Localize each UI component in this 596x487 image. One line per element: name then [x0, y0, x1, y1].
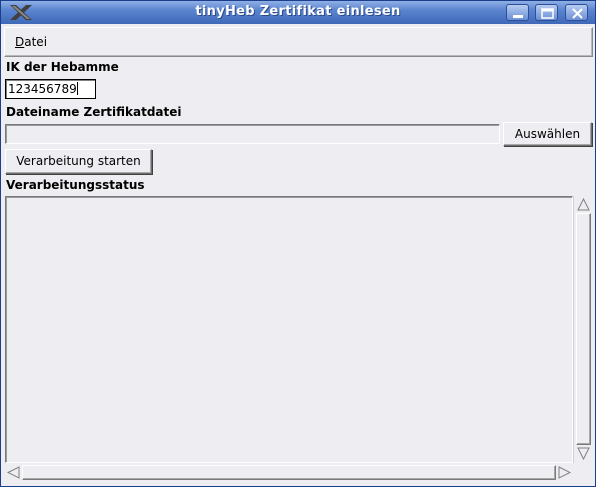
file-path-input[interactable] — [5, 124, 500, 144]
scroll-up-arrow-icon[interactable] — [577, 198, 590, 211]
app-window: tinyHeb Zertifikat einlesen Datei IK der… — [0, 0, 596, 487]
minimize-button[interactable] — [506, 4, 529, 21]
maximize-icon — [541, 8, 554, 19]
menu-bar: Datei — [4, 27, 593, 57]
title-bar[interactable]: tinyHeb Zertifikat einlesen — [1, 1, 595, 24]
menu-datei-mnemonic: D — [15, 35, 25, 49]
text-caret — [76, 82, 78, 95]
menu-datei[interactable]: Datei — [15, 35, 47, 49]
start-processing-button[interactable]: Verarbeitung starten — [5, 149, 152, 174]
minimize-icon — [513, 15, 523, 18]
file-label: Dateiname Zertifikatdatei — [6, 105, 182, 119]
ik-input[interactable]: 123456789 — [5, 79, 96, 99]
scroll-right-arrow-icon[interactable] — [558, 466, 571, 479]
vertical-scrollbar[interactable] — [573, 196, 592, 463]
maximize-button[interactable] — [535, 4, 558, 21]
close-icon — [572, 8, 583, 19]
scroll-left-arrow-icon[interactable] — [7, 466, 20, 479]
close-button[interactable] — [565, 4, 588, 21]
scroll-down-arrow-icon[interactable] — [577, 447, 590, 460]
horizontal-scrollbar[interactable] — [5, 463, 573, 482]
status-textarea[interactable] — [5, 196, 573, 463]
ik-label: IK der Hebamme — [6, 60, 119, 74]
status-label: Verarbeitungsstatus — [6, 178, 145, 192]
menu-datei-label: atei — [24, 35, 48, 49]
choose-file-button[interactable]: Auswählen — [503, 122, 592, 146]
ik-input-value: 123456789 — [8, 82, 77, 96]
vertical-scroll-thumb[interactable] — [576, 213, 591, 445]
horizontal-scroll-thumb[interactable] — [22, 465, 556, 480]
